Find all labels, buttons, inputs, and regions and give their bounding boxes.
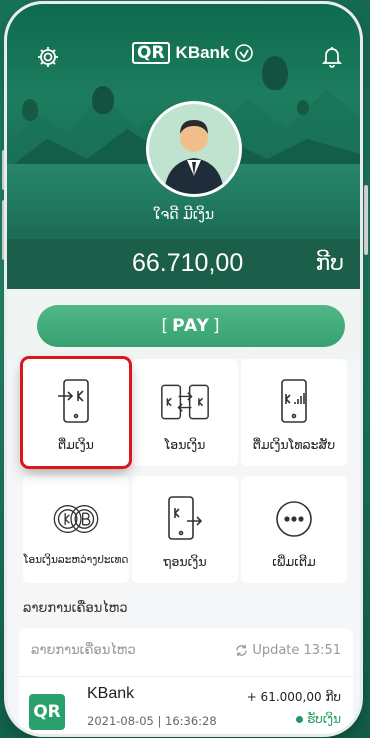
service-label: ເພີ່ມເຕີມ (272, 554, 316, 569)
user-avatar[interactable] (146, 101, 242, 197)
qr-logo-icon: QR (29, 694, 65, 730)
mobile-topup-icon (269, 377, 319, 427)
app-logo: QR KBank (132, 42, 254, 64)
withdraw-icon (160, 494, 210, 544)
recent-card-title: ລາຍການເຄື່ອນໄຫວ (31, 643, 136, 658)
service-more[interactable]: ເພີ່ມເຕີມ (241, 476, 347, 583)
balloon-2 (262, 56, 288, 90)
service-mobile-topup[interactable]: ຕື່ມເງິນໂທລະສັບ (241, 359, 347, 466)
pay-button[interactable]: [ PAY ] (37, 305, 345, 347)
header-banner: QR KBank ໃຈດີ ມີເງິນ (7, 4, 360, 239)
balloon-1 (92, 86, 114, 114)
service-label: ຕື່ມເງິນໂທລະສັບ (252, 437, 336, 452)
kbank-leaf-icon (235, 44, 254, 62)
balloon-4 (297, 100, 309, 115)
status-dot-icon (296, 715, 304, 723)
transaction-status: ຮັບເງິນ (296, 712, 341, 726)
service-withdraw[interactable]: ຖອນເງິນ (132, 476, 238, 583)
service-label: ໂອນເງິນ (164, 437, 206, 452)
side-button-left-2 (2, 200, 6, 260)
update-label: Update 13:51 (252, 643, 341, 658)
settings-gear-icon[interactable] (35, 44, 61, 70)
transaction-date: 2021-08-05 | 16:36:28 (87, 714, 217, 728)
balance-currency: ກີບ (315, 251, 345, 276)
service-label: ໂອນເງິນລະຫວ່າງປະເທດ (23, 554, 129, 566)
refresh-update[interactable]: Update 13:51 (235, 643, 341, 658)
service-international[interactable]: ໂອນເງິນລະຫວ່າງປະເທດ (23, 476, 129, 583)
service-transfer[interactable]: ໂອນເງິນ (132, 359, 238, 466)
notification-bell-icon[interactable] (321, 46, 343, 68)
status-label: ຮັບເງິນ (307, 712, 341, 726)
pay-button-label: PAY (172, 316, 210, 336)
side-button-left (2, 150, 6, 190)
divider (19, 676, 353, 677)
transaction-name: KBank (87, 685, 135, 702)
pay-bracket-right: ] (212, 316, 221, 336)
recent-section-title: ລາຍການເຄື່ອນໄຫວ (23, 601, 128, 616)
phone-screen: QR KBank ໃຈດີ ມີເງິນ 66.710,00 ກີບ [PAY… (7, 4, 360, 734)
user-name: ໃຈດີ ມີເງິນ (152, 207, 215, 223)
more-icon (269, 494, 319, 544)
qr-logo-text: QR (132, 42, 170, 64)
service-label: ຕື່ມເງິນ (58, 437, 94, 452)
service-label: ຖອນເງິນ (163, 554, 207, 569)
currency-exchange-icon (51, 494, 101, 544)
phone-topup-icon (51, 377, 101, 427)
balloon-3 (22, 99, 38, 121)
side-button-right (364, 185, 368, 255)
refresh-icon (236, 644, 248, 657)
transfer-icon (160, 377, 210, 427)
balance-bar: 66.710,00 ກີບ (7, 239, 360, 289)
service-topup[interactable]: ຕື່ມເງິນ (20, 356, 132, 469)
transaction-amount: + 61.000,00 ກີບ (246, 690, 341, 704)
balance-amount: 66.710,00 (132, 249, 244, 277)
pay-bracket-left: [ (161, 316, 170, 336)
recent-card[interactable]: ລາຍການເຄື່ອນໄຫວ Update 13:51 QR KBank 20… (19, 628, 353, 734)
brand-name: KBank (175, 43, 230, 62)
